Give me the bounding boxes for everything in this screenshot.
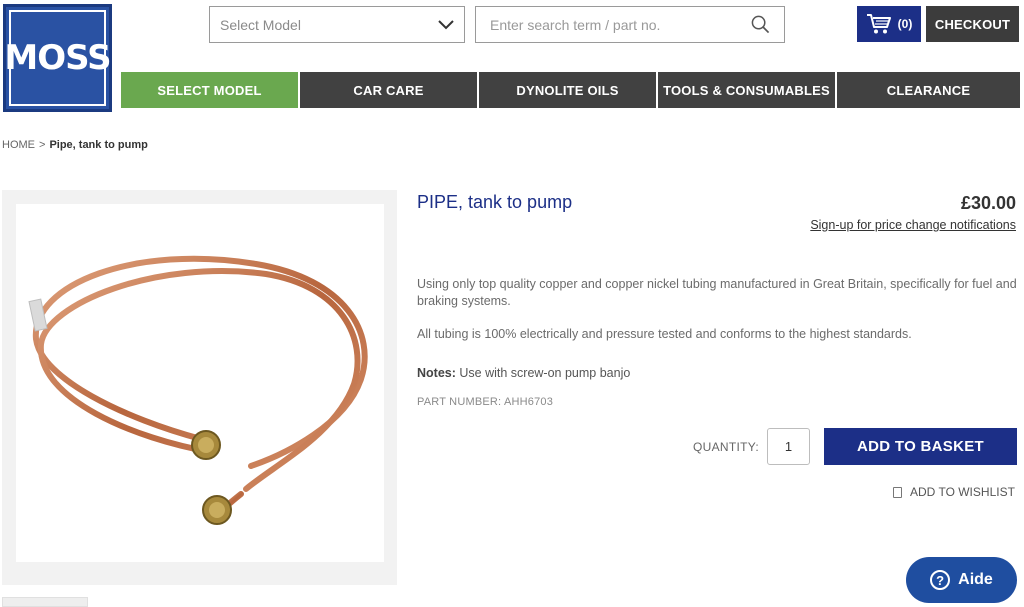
copper-pipe-image	[28, 255, 368, 525]
nav-item-clearance[interactable]: CLEARANCE	[837, 72, 1020, 108]
notes-value: Use with screw-on pump banjo	[459, 366, 631, 380]
moss-logo[interactable]: MOSS	[3, 4, 112, 112]
chevron-down-icon	[438, 19, 454, 29]
add-to-basket-button[interactable]: ADD TO BASKET	[824, 428, 1017, 465]
nav-item-select-model[interactable]: SELECT MODEL	[121, 72, 298, 108]
breadcrumb: HOME > Pipe, tank to pump	[2, 139, 148, 151]
model-select[interactable]: Select Model	[209, 6, 465, 43]
cart-button[interactable]: (0)	[857, 6, 921, 42]
help-icon: ?	[930, 570, 951, 590]
product-notes: Notes: Use with screw-on pump banjo	[417, 366, 630, 380]
search-input[interactable]	[490, 16, 730, 33]
product-image[interactable]	[16, 204, 384, 562]
product-image-panel	[2, 190, 397, 585]
wishlist-label: ADD TO WISHLIST	[910, 485, 1015, 499]
model-select-value: Select Model	[220, 16, 301, 33]
logo-text: MOSS	[4, 38, 111, 78]
part-number: PART NUMBER: AHH6703	[417, 396, 554, 408]
breadcrumb-separator: >	[39, 139, 46, 151]
search-icon[interactable]	[751, 15, 770, 34]
add-to-wishlist[interactable]: ADD TO WISHLIST	[893, 485, 1015, 499]
breadcrumb-home[interactable]: HOME	[2, 139, 35, 151]
search-box	[475, 6, 785, 43]
shopping-cart-icon	[866, 14, 891, 34]
wishlist-checkbox-icon	[893, 486, 902, 498]
product-description-secondary: All tubing is 100% electrically and pres…	[417, 327, 912, 341]
nav-item-dynolite-oils[interactable]: DYNOLITE OILS	[479, 72, 656, 108]
price-notification-link[interactable]: Sign-up for price change notifications	[810, 218, 1016, 232]
quantity-label: QUANTITY:	[693, 440, 760, 454]
notes-label: Notes:	[417, 366, 456, 380]
cart-count: (0)	[897, 17, 913, 31]
checkout-button[interactable]: CHECKOUT	[926, 6, 1019, 42]
help-button[interactable]: ? Aide	[906, 557, 1017, 603]
logo-frame: MOSS	[4, 10, 112, 106]
product-description: Using only top quality copper and copper…	[417, 277, 1017, 308]
product-thumbnail[interactable]	[2, 597, 88, 607]
breadcrumb-current: Pipe, tank to pump	[49, 139, 148, 151]
product-price: £30.00	[960, 193, 1016, 213]
quantity-input[interactable]	[767, 428, 810, 465]
pipe-fitting	[191, 430, 232, 525]
help-label: Aide	[958, 571, 993, 588]
product-title: PIPE, tank to pump	[417, 192, 573, 212]
main-nav: SELECT MODEL CAR CARE DYNOLITE OILS TOOL…	[121, 72, 1020, 108]
nav-item-car-care[interactable]: CAR CARE	[300, 72, 477, 108]
nav-item-tools-consumables[interactable]: TOOLS & CONSUMABLES	[658, 72, 835, 108]
